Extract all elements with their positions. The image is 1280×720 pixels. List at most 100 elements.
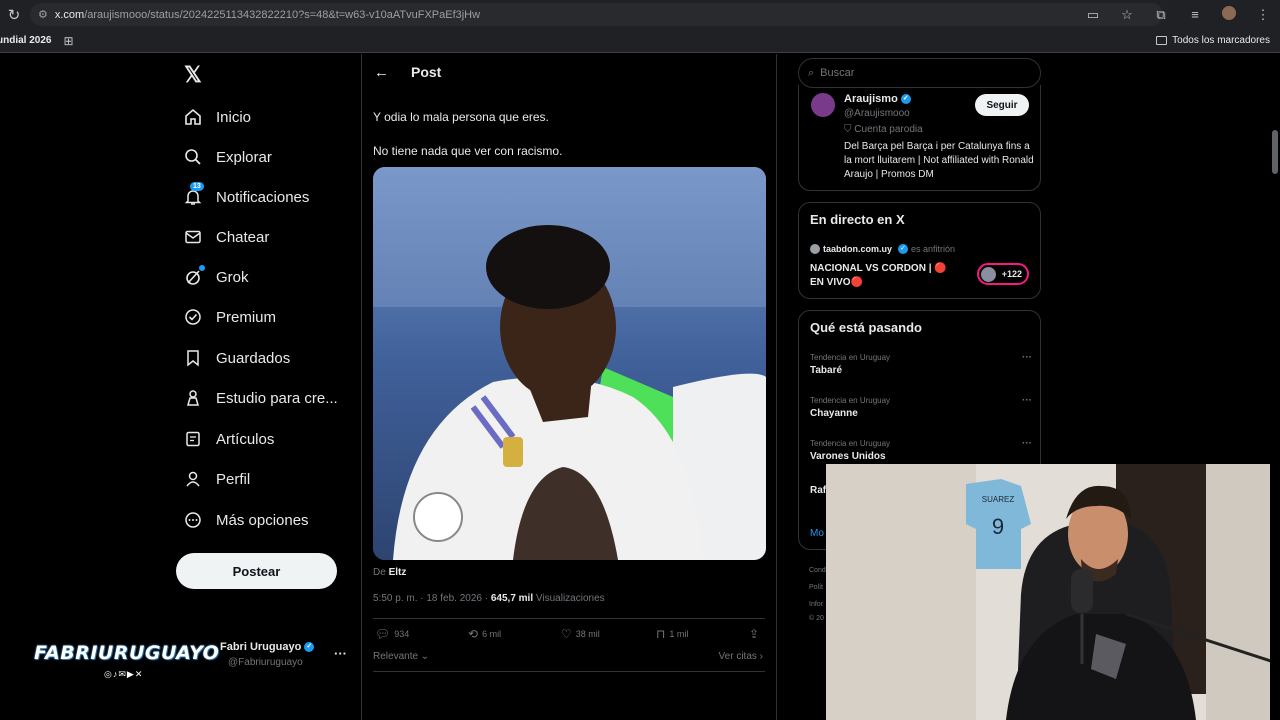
verified-badge-icon: ✓: [898, 244, 909, 254]
avatar: [810, 244, 820, 254]
nav-item-articulos[interactable]: Artículos: [184, 427, 274, 451]
account-switcher[interactable]: FABRIURUGUAYO ◎♪✉▶✕ Fabri Uruguayo ✓ @Fab…: [30, 638, 350, 679]
follow-button[interactable]: Seguir: [975, 94, 1029, 116]
more-icon[interactable]: ···: [1022, 438, 1032, 449]
folder-icon: [1156, 36, 1168, 45]
person-icon: [184, 470, 202, 488]
repost-button[interactable]: ⟲ 6 mil: [468, 627, 501, 641]
nav-label: Inicio: [216, 108, 252, 126]
nav-item-notificaciones[interactable]: 13 Notificaciones: [184, 182, 310, 209]
bookmark-item[interactable]: undial 2026: [0, 35, 51, 46]
listeners-pill[interactable]: +122: [977, 263, 1029, 285]
post-meta: 5:50 p. m. · 18 feb. 2026 · 645,7 mil Vi…: [373, 593, 605, 604]
profile-bio: Del Barça pel Barça i per Catalunya fins…: [844, 141, 1034, 180]
post-timestamp[interactable]: 5:50 p. m. · 18 feb. 2026 ·: [373, 593, 491, 604]
scrollbar-thumb[interactable]: [1272, 130, 1278, 174]
repost-count: 6 mil: [482, 629, 502, 639]
heart-icon: ♡: [561, 627, 572, 641]
like-button[interactable]: ♡ 38 mil: [561, 627, 600, 641]
more-icon[interactable]: ···: [1022, 395, 1032, 406]
profile-name[interactable]: Araujismo ✓: [844, 93, 911, 105]
nav-label: Estudio para cre...: [216, 389, 338, 407]
footer-link[interactable]: Polít: [809, 584, 823, 591]
nav-label: Chatear: [216, 228, 270, 246]
studio-icon: [184, 389, 202, 407]
address-bar[interactable]: ⚙ x.com/araujismooo/status/2024225113432…: [30, 3, 1163, 26]
account-more-icon[interactable]: ···: [334, 646, 347, 661]
nav-item-perfil[interactable]: Perfil: [184, 467, 250, 491]
nav-item-mas-opciones[interactable]: Más opciones: [184, 508, 309, 532]
site-info-icon[interactable]: ⚙: [38, 8, 48, 21]
article-icon: [184, 430, 202, 448]
bookmark-button[interactable]: ⊓ 1 mil: [656, 627, 688, 641]
apps-grid-icon[interactable]: ⊞: [63, 34, 73, 48]
back-arrow-icon[interactable]: ←: [374, 64, 389, 81]
view-quotes-link[interactable]: Ver citas ›: [719, 651, 763, 662]
reply-icon: 💬︎: [375, 627, 391, 641]
profile-avatar[interactable]: [1212, 6, 1246, 23]
bookmarks-bar: undial 2026 ⊞ Todos los marcadores: [0, 29, 1280, 53]
browser-toolbar: ↻ ⚙ x.com/araujismooo/status/20242251134…: [0, 0, 1280, 29]
trend-item[interactable]: Tendencia en Uruguay Tabaré ···: [810, 352, 1032, 376]
show-more-link[interactable]: Mo: [810, 528, 824, 539]
live-event-title[interactable]: NACIONAL VS CORDON | 🔴 EN VIVO🔴: [810, 262, 960, 290]
host-name[interactable]: taabdon.com.uy: [823, 244, 892, 254]
like-count: 38 mil: [575, 629, 600, 639]
nav-item-inicio[interactable]: Inicio: [184, 105, 251, 129]
x-logo-icon[interactable]: 𝕏: [184, 62, 202, 88]
trend-context: Tendencia en Uruguay: [810, 396, 891, 405]
divider: [373, 618, 765, 619]
search-input[interactable]: ⌕ Buscar: [798, 58, 1041, 88]
post-actions: 💬︎ 934 ⟲ 6 mil ♡ 38 mil ⊓ 1 mil ⇪: [373, 627, 765, 643]
nav-item-premium[interactable]: Premium: [184, 305, 276, 329]
host-suffix: es anfitrión: [911, 244, 956, 254]
search-placeholder: Buscar: [820, 67, 855, 79]
social-icons: ◎♪✉▶✕: [104, 669, 144, 679]
footer-link: © 20: [809, 615, 824, 622]
url-path: /araujismooo/status/2024225113432822210?…: [84, 8, 481, 21]
footer-link[interactable]: Cond: [809, 567, 826, 574]
reload-icon[interactable]: ↻: [0, 6, 28, 24]
reply-button[interactable]: 💬︎ 934: [375, 627, 409, 641]
attribution-author[interactable]: Eltz: [389, 567, 407, 578]
more-circle-icon: [184, 511, 202, 529]
footer-link[interactable]: Infor: [809, 601, 823, 608]
mail-icon: [184, 228, 202, 246]
star-icon[interactable]: ☆: [1110, 7, 1144, 23]
nav-item-guardados[interactable]: Guardados: [184, 346, 290, 370]
nav-item-chatear[interactable]: Chatear: [184, 225, 269, 249]
divider: [373, 671, 765, 672]
avatar[interactable]: [811, 93, 835, 117]
nav-label: Premium: [216, 308, 277, 326]
media-icon[interactable]: ≡: [1178, 7, 1212, 22]
trends-title: Qué está pasando: [810, 320, 922, 335]
share-button[interactable]: ⇪: [749, 627, 759, 641]
all-bookmarks[interactable]: Todos los marcadores: [1156, 35, 1270, 46]
menu-icon[interactable]: ⋮: [1246, 7, 1280, 23]
trend-name: Varones Unidos: [810, 451, 886, 462]
main-column: ← Post Y odia lo mala persona que eres. …: [361, 54, 777, 720]
post-video[interactable]: [373, 167, 766, 560]
nav-item-estudio[interactable]: Estudio para cre...: [184, 386, 338, 410]
more-icon[interactable]: ···: [1022, 352, 1032, 363]
nav-label: Notificaciones: [216, 188, 310, 206]
trend-item[interactable]: Tendencia en Uruguay Chayanne ···: [810, 395, 1032, 419]
post-text-line: Y odia lo mala persona que eres.: [373, 110, 549, 124]
webcam-overlay: SUAREZ 9: [826, 464, 1280, 720]
sort-dropdown[interactable]: Relevante ⌄: [373, 651, 429, 662]
repost-icon: ⟲: [468, 627, 479, 641]
post-button[interactable]: Postear: [176, 553, 337, 589]
extensions-icon[interactable]: ⧉: [1144, 7, 1178, 23]
views-label: Visualizaciones: [535, 593, 605, 604]
nav-label: Artículos: [216, 430, 275, 448]
nav-item-grok[interactable]: Grok: [184, 265, 249, 289]
post-header: ← Post: [362, 54, 776, 90]
trend-item[interactable]: Tendencia en Uruguay Varones Unidos ···: [810, 438, 1032, 462]
trend-context: Tendencia en Uruguay: [810, 353, 891, 362]
bookmark-icon: [184, 349, 202, 367]
cast-icon[interactable]: ▭: [1076, 7, 1110, 23]
account-name: Fabri Uruguayo ✓: [220, 641, 315, 653]
page-scrollbar[interactable]: [1270, 54, 1280, 720]
nav-item-explorar[interactable]: Explorar: [184, 145, 272, 169]
